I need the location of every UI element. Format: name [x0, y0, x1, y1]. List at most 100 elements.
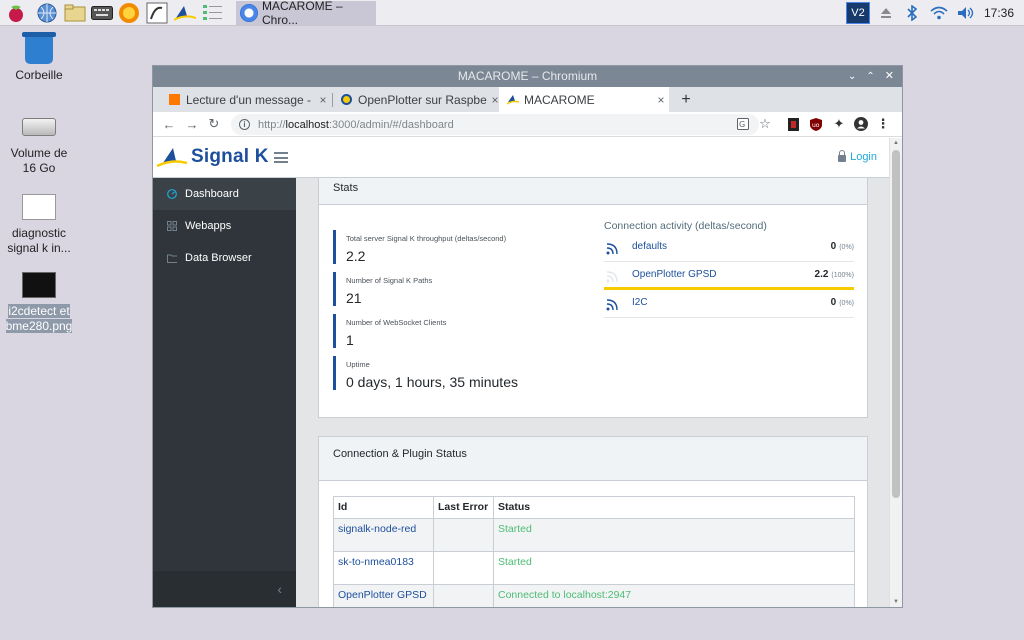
sidebar-item-dashboard[interactable]: Dashboard: [153, 178, 296, 210]
connection-value: 2.2: [814, 269, 829, 280]
scroll-down-icon[interactable]: ▼: [890, 597, 902, 607]
trash-icon: [22, 32, 56, 64]
chromium-icon: [240, 4, 258, 22]
close-icon[interactable]: ✕: [885, 66, 894, 87]
config-icon[interactable]: [202, 2, 224, 24]
signalk-logo-icon: [156, 145, 188, 169]
editor-icon[interactable]: [146, 2, 168, 24]
top-panel: MACAROME – Chro... V2 17:36: [0, 0, 1024, 27]
stat-websocket-clients: Number of WebSocket Clients 1: [333, 314, 563, 348]
signalk-icon: [506, 94, 520, 105]
image-file-icon: [22, 194, 56, 220]
card-header: Stats: [319, 178, 867, 205]
translate-icon[interactable]: G: [735, 116, 751, 132]
desktop-icon-label: Corbeille: [15, 68, 63, 82]
stat-value: 1: [346, 332, 354, 348]
rss-icon: [606, 243, 618, 255]
connection-row[interactable]: OpenPlotter GPSD 2.2 (100%): [604, 262, 854, 290]
login-link[interactable]: Login: [838, 149, 877, 163]
stat-value: 0 days, 1 hours, 35 minutes: [346, 374, 518, 390]
plugin-status-card: Connection & Plugin Status Id Last Error…: [318, 436, 868, 607]
table-row[interactable]: sk-to-nmea0183 Started: [333, 551, 855, 585]
minimize-icon[interactable]: ⌄: [848, 66, 856, 87]
column-header-id[interactable]: Id: [333, 496, 434, 519]
hamburger-menu-icon[interactable]: [274, 152, 288, 163]
address-bar[interactable]: i http://localhost:3000/admin/#/dashboar…: [231, 114, 759, 135]
new-tab-button[interactable]: +: [676, 87, 696, 112]
signalk-launcher-icon[interactable]: [174, 2, 196, 24]
table-row[interactable]: signalk-node-red Started: [333, 518, 855, 552]
volume-icon[interactable]: [955, 2, 977, 24]
url-scheme: http://: [258, 118, 286, 131]
chevron-left-icon: ‹: [277, 581, 282, 597]
maximize-icon[interactable]: ⌃: [866, 66, 874, 87]
sidebar-item-data-browser[interactable]: Data Browser: [153, 242, 296, 274]
window-titlebar[interactable]: MACAROME – Chromium ⌄ ⌃ ✕: [153, 66, 902, 87]
desktop-icon-diagnostic[interactable]: diagnostic signal k in...: [3, 194, 75, 256]
bluetooth-icon[interactable]: [902, 2, 922, 24]
eject-icon[interactable]: [876, 2, 896, 24]
sidebar-item-label: Webapps: [185, 220, 232, 232]
column-header-last-error[interactable]: Last Error: [433, 496, 494, 519]
profile-icon[interactable]: [853, 116, 869, 132]
stat-label: Uptime: [346, 360, 370, 369]
stat-value: 21: [346, 290, 362, 306]
tab-openplotter[interactable]: OpenPlotter sur Raspberr ×: [333, 87, 503, 112]
plugin-id[interactable]: sk-to-nmea0183: [333, 551, 434, 585]
connection-name: defaults: [632, 241, 668, 252]
url-host: localhost: [285, 118, 329, 131]
forward-icon[interactable]: →: [183, 115, 201, 133]
drive-icon: [22, 118, 56, 136]
menu-kebab-icon[interactable]: ⋮: [875, 116, 891, 132]
desktop-icon-volume[interactable]: Volume de 16 Go: [3, 118, 75, 176]
page-scrollbar[interactable]: ▲ ▼: [889, 138, 902, 607]
stats-card: Stats Total server Signal K throughput (…: [318, 178, 868, 418]
table-row[interactable]: OpenPlotter GPSD Connected to localhost:…: [333, 584, 855, 607]
plugin-status: Started: [493, 551, 855, 585]
taskbar-task-label: MACAROME – Chro...: [262, 0, 343, 27]
plugin-id[interactable]: OpenPlotter GPSD: [333, 584, 434, 607]
desktop-icon-i2cdetect[interactable]: i2cdetect et bme280.png: [3, 272, 75, 334]
tab-close-icon[interactable]: ×: [653, 93, 669, 107]
connection-name: OpenPlotter GPSD: [632, 269, 717, 280]
connection-row[interactable]: defaults 0 (0%): [604, 234, 854, 262]
tab-macarome[interactable]: MACAROME ×: [499, 87, 669, 112]
sidebar-item-label: Data Browser: [185, 252, 252, 264]
back-icon[interactable]: ←: [160, 115, 178, 133]
tab-strip: Lecture d'un message - m × OpenPlotter s…: [153, 87, 902, 112]
desktop-icon-trash[interactable]: Corbeille: [3, 32, 75, 83]
tab-close-icon[interactable]: ×: [315, 93, 331, 107]
connection-pct: (0%): [839, 244, 854, 251]
sidebar-item-webapps[interactable]: Webapps: [153, 210, 296, 242]
vnc-icon[interactable]: V2: [846, 2, 870, 24]
raspberry-menu-icon[interactable]: [5, 2, 27, 24]
connection-row[interactable]: I2C 0 (0%): [604, 290, 854, 318]
sidebar-minimizer[interactable]: ‹: [153, 571, 296, 607]
scroll-up-icon[interactable]: ▲: [890, 138, 902, 148]
column-header-status[interactable]: Status: [493, 496, 855, 519]
tab-mail[interactable]: Lecture d'un message - m ×: [161, 87, 331, 112]
plugin-id[interactable]: signalk-node-red: [333, 518, 434, 552]
info-icon[interactable]: i: [239, 119, 250, 130]
sun-icon[interactable]: [118, 2, 140, 24]
window-title: MACAROME – Chromium: [457, 69, 598, 83]
stat-label: Total server Signal K throughput (deltas…: [346, 234, 507, 243]
extension-red-icon[interactable]: [785, 116, 801, 132]
connection-activity-title: Connection activity (deltas/second): [604, 220, 767, 232]
tab-title: MACAROME: [524, 92, 595, 107]
star-icon[interactable]: ☆: [757, 116, 773, 132]
signalk-logo[interactable]: Signal K: [156, 145, 269, 169]
keyboard-icon[interactable]: [91, 2, 113, 24]
file-manager-icon[interactable]: [64, 2, 86, 24]
reload-icon[interactable]: ↻: [205, 115, 223, 133]
puzzle-icon[interactable]: ✦: [831, 116, 847, 132]
clock[interactable]: 17:36: [984, 0, 1014, 26]
taskbar-task-chromium[interactable]: MACAROME – Chro...: [236, 0, 376, 27]
login-label: Login: [850, 151, 877, 163]
web-browser-icon[interactable]: [36, 2, 58, 24]
app-header: Signal K Login: [153, 138, 889, 178]
connection-pct: (0%): [839, 300, 854, 307]
ublock-icon[interactable]: uo: [808, 116, 824, 132]
scroll-thumb[interactable]: [892, 150, 900, 498]
wifi-icon[interactable]: [928, 2, 950, 24]
